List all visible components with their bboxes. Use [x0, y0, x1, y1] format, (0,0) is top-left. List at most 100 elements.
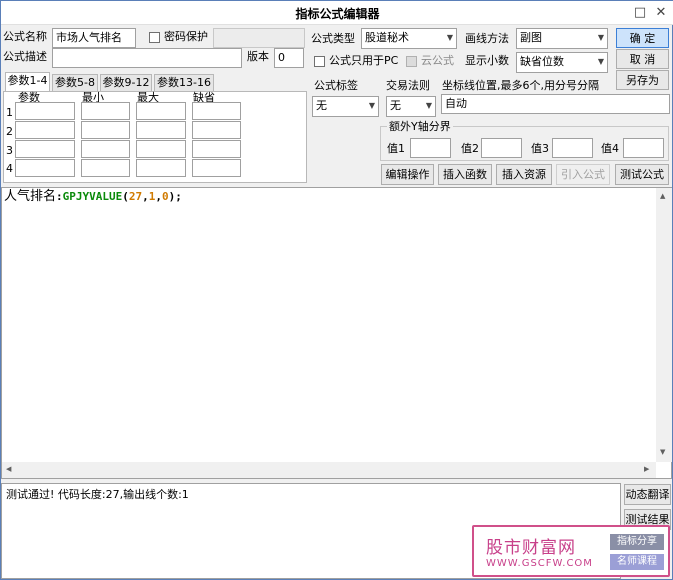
- draw-method-select[interactable]: 副图 ▼: [516, 28, 608, 49]
- y-axis-value4-input[interactable]: [623, 138, 664, 158]
- trade-rule-select[interactable]: 无 ▼: [386, 96, 436, 117]
- code-line: 人气排名:GPJYVALUE(27,1,0);: [4, 188, 182, 206]
- y-axis-value4-label: 值4: [601, 142, 619, 155]
- chevron-down-icon: ▼: [368, 101, 375, 110]
- y-axis-value1-input[interactable]: [410, 138, 451, 158]
- code-arg: 0: [162, 190, 169, 203]
- formula-type-value: 股道秘术: [365, 31, 409, 44]
- y-axis-value2-input[interactable]: [481, 138, 522, 158]
- version-input[interactable]: 0: [274, 48, 304, 68]
- insert-function-button[interactable]: 插入函数: [438, 164, 492, 185]
- formula-editor-window: 指标公式编辑器 □ ✕ 公式名称 市场人气排名 密码保护 公式类型 股道秘术 ▼…: [0, 0, 673, 580]
- ok-button[interactable]: 确 定: [616, 28, 669, 48]
- vertical-scrollbar[interactable]: ▲ ▼: [656, 188, 672, 462]
- window-title: 指标公式编辑器: [295, 7, 380, 21]
- formula-desc-input[interactable]: [52, 48, 242, 68]
- param-default-input[interactable]: [192, 140, 241, 158]
- scroll-up-icon[interactable]: ▲: [660, 192, 665, 200]
- param-default-input[interactable]: [192, 121, 241, 139]
- site-watermark: 股市财富网 WWW.GSCFW.COM 指标分享 名师课程: [472, 525, 670, 577]
- chevron-down-icon: ▼: [597, 33, 604, 42]
- title-bar: 指标公式编辑器 □ ✕: [1, 1, 673, 25]
- cloud-formula-label: 云公式: [421, 54, 454, 67]
- y-axis-group-label: 额外Y轴分界: [387, 118, 453, 136]
- param-max-input[interactable]: [136, 159, 186, 177]
- param-row-index: 2: [6, 125, 13, 138]
- draw-method-label: 画线方法: [465, 32, 509, 45]
- watermark-tag-course: 名师课程: [610, 554, 664, 570]
- param-name-input[interactable]: [15, 140, 75, 158]
- param-min-input[interactable]: [81, 121, 130, 139]
- formula-name-label: 公式名称: [3, 30, 47, 43]
- scroll-down-icon[interactable]: ▼: [660, 448, 665, 456]
- maximize-icon[interactable]: □: [631, 4, 649, 22]
- y-axis-value2-label: 值2: [461, 142, 479, 155]
- formula-type-select[interactable]: 股道秘术 ▼: [361, 28, 457, 49]
- insert-resource-button[interactable]: 插入资源: [496, 164, 552, 185]
- draw-method-value: 副图: [520, 31, 542, 44]
- formula-type-label: 公式类型: [311, 32, 355, 45]
- param-min-input[interactable]: [81, 159, 130, 177]
- code-arg: 27: [128, 190, 143, 203]
- watermark-tag-share: 指标分享: [610, 534, 664, 550]
- close-icon[interactable]: ✕: [652, 4, 670, 22]
- edit-operations-button[interactable]: 编辑操作: [381, 164, 434, 185]
- decimals-select[interactable]: 缺省位数 ▼: [516, 52, 608, 73]
- trade-rule-label: 交易法则: [386, 79, 430, 92]
- pc-only-label: 公式只用于PC: [329, 54, 399, 67]
- chevron-down-icon: ▼: [446, 33, 453, 42]
- param-row-index: 1: [6, 106, 13, 119]
- chevron-down-icon: ▼: [597, 57, 604, 66]
- param-default-input[interactable]: [192, 102, 241, 120]
- coord-line-input[interactable]: 自动: [441, 94, 670, 114]
- formula-name-input[interactable]: 市场人气排名: [52, 28, 136, 48]
- formula-tag-select[interactable]: 无 ▼: [312, 96, 379, 117]
- param-name-input[interactable]: [15, 121, 75, 139]
- test-formula-button[interactable]: 测试公式: [615, 164, 669, 185]
- password-checkbox[interactable]: [149, 32, 160, 43]
- password-label: 密码保护: [164, 30, 208, 43]
- decimals-label: 显示小数: [465, 54, 509, 67]
- code-paren-open: (: [122, 190, 129, 203]
- watermark-title: 股市财富网: [486, 538, 576, 558]
- version-label: 版本: [247, 50, 269, 63]
- watermark-url: WWW.GSCFW.COM: [486, 558, 593, 569]
- param-row-index: 4: [6, 162, 13, 175]
- trade-rule-value: 无: [390, 99, 401, 112]
- y-axis-value3-label: 值3: [531, 142, 549, 155]
- code-comma: ,: [155, 190, 162, 203]
- param-max-input[interactable]: [136, 102, 186, 120]
- scroll-left-icon[interactable]: ◀: [6, 465, 11, 473]
- decimals-value: 缺省位数: [520, 55, 564, 68]
- cloud-formula-checkbox: [406, 56, 417, 67]
- y-axis-value1-label: 值1: [387, 142, 405, 155]
- param-name-input[interactable]: [15, 102, 75, 120]
- dynamic-translate-button[interactable]: 动态翻译: [624, 484, 671, 505]
- formula-tag-label: 公式标签: [314, 79, 358, 92]
- code-editor[interactable]: 人气排名:GPJYVALUE(27,1,0); ▲ ▼ ◀ ▶: [1, 187, 672, 479]
- param-default-input[interactable]: [192, 159, 241, 177]
- chevron-down-icon: ▼: [425, 101, 432, 110]
- code-comma: ,: [142, 190, 149, 203]
- formula-tag-value: 无: [316, 99, 327, 112]
- code-separator: :: [56, 190, 63, 203]
- save-as-button[interactable]: 另存为: [616, 70, 669, 90]
- code-function: GPJYVALUE: [62, 190, 123, 203]
- password-input: [213, 28, 305, 48]
- param-max-input[interactable]: [136, 140, 186, 158]
- param-max-input[interactable]: [136, 121, 186, 139]
- code-var-name: 人气排名: [4, 189, 57, 204]
- pc-only-checkbox[interactable]: [314, 56, 325, 67]
- import-formula-button: 引入公式: [556, 164, 610, 185]
- param-min-input[interactable]: [81, 102, 130, 120]
- formula-desc-label: 公式描述: [3, 50, 47, 63]
- test-status-text: 测试通过! 代码长度:27,输出线个数:1: [6, 488, 189, 501]
- param-row-index: 3: [6, 144, 13, 157]
- scroll-right-icon[interactable]: ▶: [644, 465, 649, 473]
- param-name-input[interactable]: [15, 159, 75, 177]
- cancel-button[interactable]: 取 消: [616, 49, 669, 69]
- code-paren-close: );: [168, 190, 182, 203]
- y-axis-value3-input[interactable]: [552, 138, 593, 158]
- horizontal-scrollbar[interactable]: ◀ ▶: [2, 462, 656, 478]
- param-min-input[interactable]: [81, 140, 130, 158]
